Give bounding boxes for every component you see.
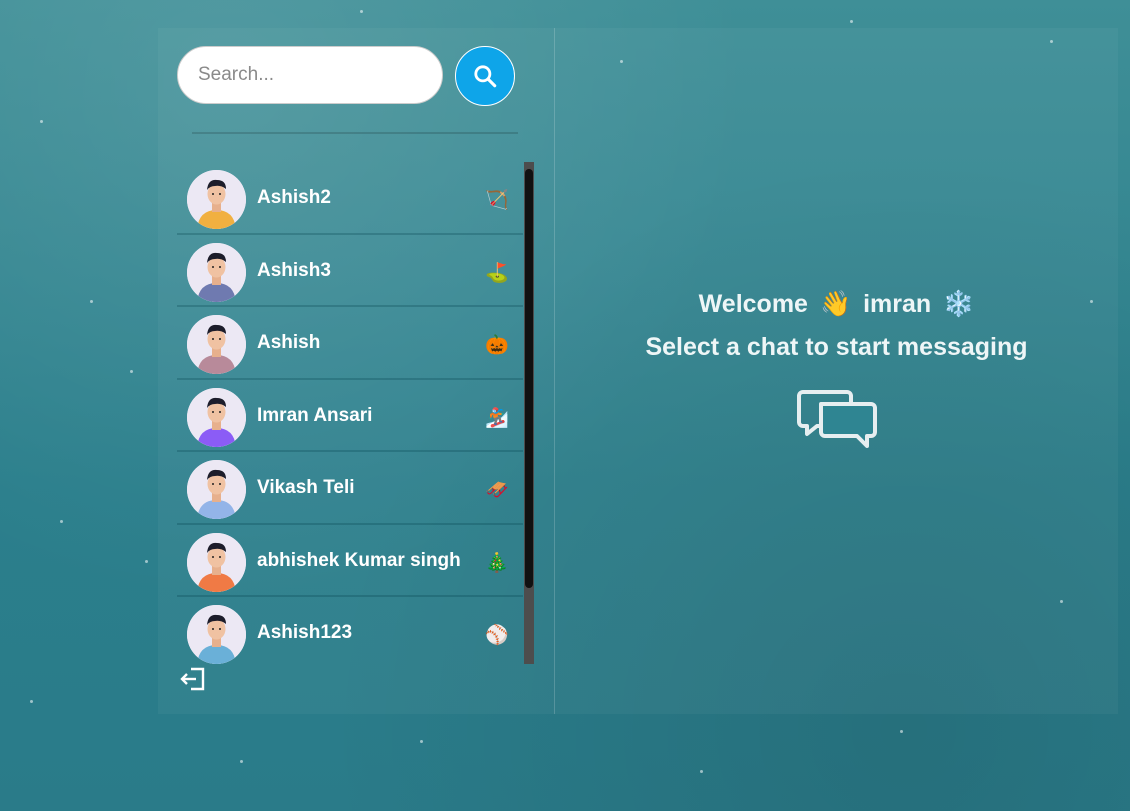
wave-icon: 👋 bbox=[819, 290, 852, 318]
welcome-line: Welcome 👋 imran ❄️ bbox=[555, 290, 1118, 319]
contact-emoji: ⛳ bbox=[485, 262, 509, 284]
contact-item[interactable]: Ashish2 🏹 bbox=[177, 162, 523, 235]
avatar bbox=[187, 170, 246, 229]
contact-emoji: ⚾ bbox=[485, 625, 509, 646]
search-icon bbox=[474, 65, 497, 88]
panel-divider bbox=[554, 28, 555, 714]
contact-name: Ashish2 bbox=[257, 187, 331, 208]
contact-list: Ashish2 🏹 Ashish3 ⛳ Ashish 🎃 Imran Ansari 🏂 Vika… bbox=[177, 162, 523, 664]
avatar bbox=[187, 315, 246, 374]
contact-name: Ashish123 bbox=[257, 622, 353, 643]
contact-name: Imran Ansari bbox=[257, 404, 373, 426]
scrollbar-thumb[interactable] bbox=[525, 169, 533, 588]
contact-item[interactable]: Imran Ansari 🏂 bbox=[177, 380, 523, 452]
welcome-subtitle: Select a chat to start messaging bbox=[645, 333, 1028, 361]
avatar bbox=[187, 242, 246, 302]
logout-button[interactable] bbox=[179, 666, 207, 692]
contact-item[interactable]: Ashish 🎃 bbox=[177, 307, 523, 380]
contact-name: Ashish bbox=[257, 332, 321, 353]
avatar bbox=[187, 387, 246, 447]
contact-emoji: 🎃 bbox=[485, 335, 509, 356]
avatar bbox=[187, 605, 246, 664]
contact-emoji: 🏂 bbox=[485, 407, 509, 429]
contact-item[interactable]: abhishek Kumar singh 🎄 bbox=[177, 525, 523, 597]
welcome-username: imran bbox=[863, 290, 932, 318]
contact-name: abhishek Kumar singh bbox=[257, 549, 461, 571]
avatar bbox=[187, 532, 246, 592]
avatar bbox=[187, 460, 246, 519]
search-input[interactable] bbox=[177, 46, 443, 104]
contact-name: Vikash Teli bbox=[257, 477, 355, 498]
welcome-message: Welcome 👋 imran ❄️ Select a chat to start m… bbox=[555, 290, 1118, 362]
contact-name: Ashish3 bbox=[257, 259, 331, 281]
contact-item[interactable]: Vikash Teli 🛷 bbox=[177, 452, 523, 525]
logout-icon bbox=[180, 667, 205, 691]
snowflake-icon: ❄️ bbox=[943, 290, 975, 318]
search-button[interactable] bbox=[455, 46, 515, 106]
contact-emoji: 🛷 bbox=[485, 480, 509, 501]
contact-emoji: 🎄 bbox=[485, 552, 509, 574]
contact-item[interactable]: Ashish3 ⛳ bbox=[177, 235, 523, 307]
contact-emoji: 🏹 bbox=[485, 190, 509, 211]
search-separator bbox=[192, 132, 518, 134]
contact-item[interactable]: Ashish123 ⚾ bbox=[177, 597, 523, 664]
chat-bubbles-icon bbox=[797, 390, 877, 448]
welcome-greeting: Welcome bbox=[698, 290, 808, 318]
